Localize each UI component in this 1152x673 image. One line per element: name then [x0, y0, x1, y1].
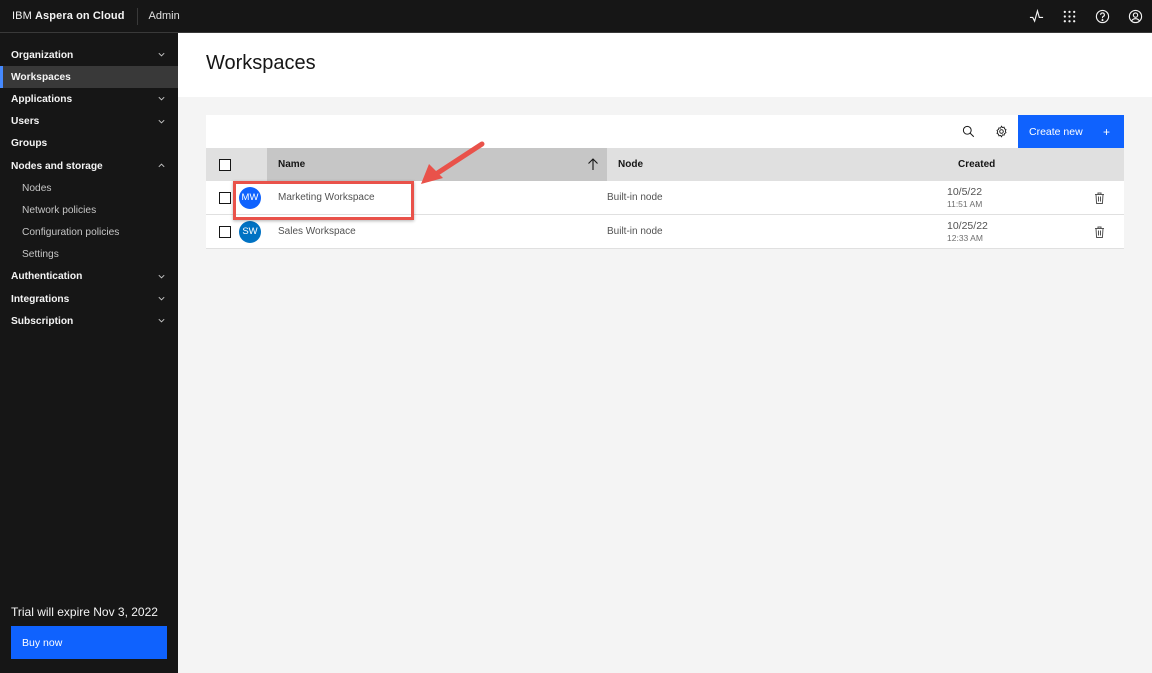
page-title: Workspaces [206, 52, 316, 74]
column-header-name[interactable]: Name [267, 148, 607, 181]
sidebar-nav: Organization Workspaces Applications Use… [0, 33, 178, 332]
avatar: MW [239, 186, 261, 209]
chevron-up-icon [158, 163, 165, 168]
workspace-name-link[interactable]: Sales Workspace [261, 226, 607, 237]
chevron-down-icon [158, 97, 165, 101]
row-select-cell [206, 225, 237, 238]
search-icon[interactable] [952, 115, 985, 148]
plus-icon: + [1102, 124, 1110, 139]
workspace-created: 10/5/22 11:51 AM [947, 186, 982, 210]
created-date: 10/25/22 [947, 219, 988, 232]
workspaces-table: Create new + Name Node Created MW Market… [206, 115, 1124, 249]
sidebar-item-label: Workspaces [11, 71, 71, 83]
sidebar-item-label: Subscription [11, 315, 74, 327]
sidebar-item-subscription[interactable]: Subscription [0, 310, 178, 332]
workspace-created: 10/25/22 12:33 AM [947, 220, 988, 244]
trash-icon[interactable] [1094, 192, 1105, 204]
workspace-node: Built-in node [607, 192, 663, 203]
column-label: Created [958, 159, 996, 170]
help-icon[interactable] [1086, 0, 1119, 33]
sidebar-item-label: Nodes and storage [11, 160, 103, 172]
sidebar-item-workspaces[interactable]: Workspaces [0, 66, 178, 89]
header-actions [1020, 0, 1152, 33]
admin-context-label: Admin [148, 10, 180, 22]
page-header: Workspaces [178, 33, 1152, 97]
table-row[interactable]: SW Sales Workspace Built-in node 10/25/2… [206, 215, 1124, 249]
chevron-down-icon [158, 296, 165, 301]
sidebar-item-groups[interactable]: Groups [0, 133, 178, 155]
brand-name: Aspera on Cloud [35, 10, 125, 22]
column-header-created[interactable]: Created [947, 148, 995, 181]
sidebar-item-users[interactable]: Users [0, 111, 178, 133]
created-date: 10/5/22 [947, 185, 983, 198]
activity-icon[interactable] [1020, 0, 1053, 33]
chevron-down-icon [158, 52, 165, 57]
sidebar-item-organization[interactable]: Organization [0, 44, 178, 66]
sidebar-item-label: Users [11, 116, 40, 128]
sidebar-item-applications[interactable]: Applications [0, 88, 178, 110]
sidebar-item-authentication[interactable]: Authentication [0, 266, 178, 288]
settings-gear-icon[interactable] [985, 115, 1018, 148]
row-select-cell [206, 191, 237, 204]
sidebar-item-label: Applications [11, 93, 73, 105]
sidebar-subitem-settings[interactable]: Settings [0, 244, 178, 266]
chevron-down-icon [158, 119, 165, 124]
column-label: Name [278, 159, 306, 170]
create-new-label: Create new [1029, 125, 1083, 138]
trial-expiry-text: Trial will expire Nov 3, 2022 [11, 605, 158, 619]
sidebar-item-label: Integrations [11, 293, 70, 305]
created-time: 11:51 AM [947, 198, 983, 209]
table-header: Name Node Created [206, 148, 1124, 181]
sidebar-subitem-configuration-policies[interactable]: Configuration policies [0, 222, 178, 244]
sidebar-item-label: Organization [11, 49, 74, 61]
buy-now-button[interactable]: Buy now [11, 626, 167, 659]
created-time: 12:33 AM [947, 232, 983, 243]
column-header-node[interactable]: Node [607, 148, 947, 181]
row-checkbox[interactable] [219, 191, 231, 204]
avatar: SW [239, 220, 261, 243]
table-toolbar: Create new + [206, 115, 1124, 148]
column-label: Node [618, 159, 643, 170]
sidebar-item-integrations[interactable]: Integrations [0, 288, 178, 310]
select-all-checkbox[interactable] [219, 158, 231, 171]
sidebar-subitem-nodes[interactable]: Nodes [0, 177, 178, 199]
table-row[interactable]: MW Marketing Workspace Built-in node 10/… [206, 181, 1124, 215]
select-all-cell [206, 148, 267, 181]
chevron-down-icon [158, 274, 165, 279]
sidebar-subitem-network-policies[interactable]: Network policies [0, 199, 178, 221]
sidebar: Organization Workspaces Applications Use… [0, 33, 178, 673]
brand-logo[interactable]: IBM Aspera on Cloud [0, 10, 137, 22]
main-content: Workspaces Create new + Name Node Create… [178, 33, 1152, 673]
user-avatar-icon[interactable] [1119, 0, 1152, 33]
sidebar-item-nodes-and-storage[interactable]: Nodes and storage [0, 155, 178, 177]
row-checkbox[interactable] [219, 225, 231, 238]
brand-prefix: IBM [12, 10, 32, 22]
workspace-name-link[interactable]: Marketing Workspace [261, 192, 607, 203]
app-switcher-icon[interactable] [1053, 0, 1086, 33]
sidebar-item-label: Groups [11, 138, 48, 150]
chevron-down-icon [158, 319, 165, 323]
sidebar-item-label: Authentication [11, 271, 83, 283]
sort-ascending-icon [588, 158, 598, 170]
top-header: IBM Aspera on Cloud Admin [0, 0, 1152, 33]
create-new-button[interactable]: Create new + [1018, 115, 1124, 148]
workspace-node: Built-in node [607, 226, 663, 237]
trash-icon[interactable] [1094, 226, 1105, 238]
